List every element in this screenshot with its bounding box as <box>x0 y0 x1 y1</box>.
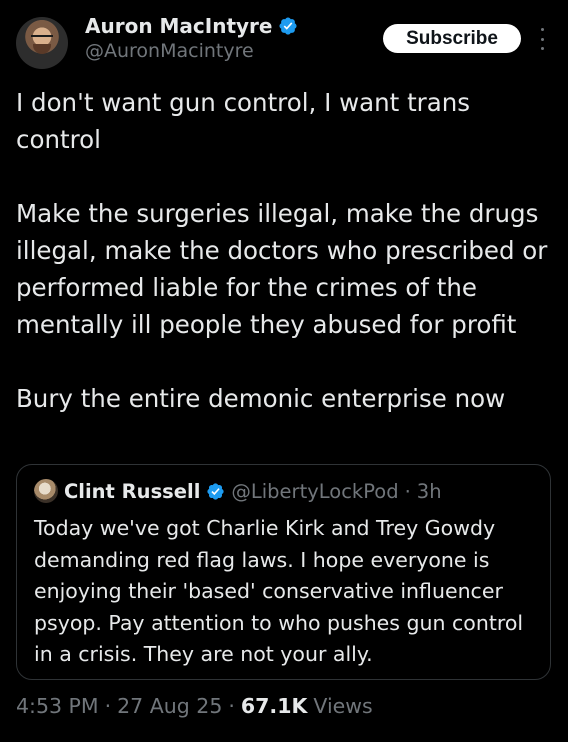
verified-badge-icon <box>279 17 298 35</box>
meta-separator: · <box>104 694 112 718</box>
quoted-separator: · <box>404 479 411 503</box>
post-time[interactable]: 4:53 PM <box>16 694 99 718</box>
post-date[interactable]: 27 Aug 25 <box>117 694 222 718</box>
quoted-tweet-header: Clint Russell @LibertyLockPod · 3h <box>34 479 442 503</box>
author-handle[interactable]: @AuronMacintyre <box>85 40 298 62</box>
author-name-row: Auron MacIntyre <box>85 14 298 38</box>
tweet-paragraph: I don't want gun control, I want trans c… <box>16 88 471 154</box>
more-dot <box>540 37 544 41</box>
avatar-beard <box>33 44 51 54</box>
quoted-timestamp[interactable]: 3h <box>417 480 442 503</box>
quoted-author-name[interactable]: Clint Russell <box>64 480 200 503</box>
tweet-paragraph: Bury the entire demonic enterprise now <box>16 384 506 413</box>
meta-separator: · <box>228 694 235 718</box>
subscribe-button[interactable]: Subscribe <box>383 24 521 53</box>
author-display-name[interactable]: Auron MacIntyre <box>85 14 272 38</box>
verified-badge-icon <box>207 482 225 500</box>
more-options-icon[interactable] <box>538 28 546 50</box>
views-count: 67.1K <box>240 694 308 718</box>
author-avatar[interactable] <box>16 17 68 69</box>
tweet-paragraph: Make the surgeries illegal, make the dru… <box>16 199 548 339</box>
more-dot <box>540 28 544 31</box>
quoted-tweet-card[interactable]: Clint Russell @LibertyLockPod · 3h Today… <box>16 464 551 680</box>
author-header: Auron MacIntyre @AuronMacintyre <box>85 14 298 62</box>
tweet-meta: 4:53 PM · 27 Aug 25 · 67.1K Views <box>16 694 373 718</box>
quoted-tweet-text: Today we've got Charlie Kirk and Trey Go… <box>34 516 524 666</box>
quoted-author-avatar[interactable] <box>34 479 58 503</box>
views-label: Views <box>313 694 373 718</box>
quoted-author-handle[interactable]: @LibertyLockPod <box>231 480 398 503</box>
more-dot <box>540 47 544 50</box>
tweet-body: I don't want gun control, I want trans c… <box>16 84 551 417</box>
avatar-glasses <box>31 35 53 43</box>
